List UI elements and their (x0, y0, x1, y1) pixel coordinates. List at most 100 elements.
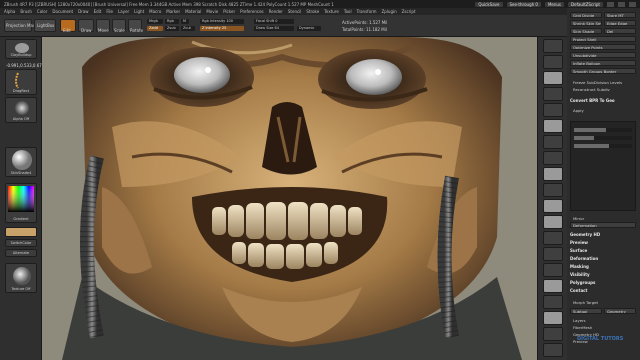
menu-stroke[interactable]: Stroke (306, 9, 319, 14)
menu-movie[interactable]: Movie (206, 9, 218, 14)
rgb-intensity-slider[interactable]: Rgb Intensity 100 (200, 19, 244, 24)
bpr-render-icon[interactable] (543, 39, 563, 53)
palette-btn-4[interactable]: Optimize Points (570, 44, 636, 50)
menu-stencil[interactable]: Stencil (288, 9, 302, 14)
menus-button[interactable]: Menus (544, 1, 565, 7)
transp-icon[interactable] (543, 295, 563, 309)
brush-thumbnail[interactable]: ClayBuildup (5, 39, 37, 59)
polyf-icon[interactable] (543, 279, 563, 293)
palette-btn-0[interactable]: Grid Divide (570, 12, 602, 18)
xpose-icon[interactable] (543, 343, 563, 357)
palette-btn-7[interactable]: Smooth Groups Border (570, 68, 636, 74)
menu-file[interactable]: File (106, 9, 113, 14)
menu-preferences[interactable]: Preferences (240, 9, 264, 14)
stroke-thumbnail[interactable]: DragRect (5, 69, 37, 95)
palette-section-1[interactable]: Preview (570, 240, 588, 245)
palette-row-5[interactable]: Deformation (570, 222, 636, 228)
palette-btn-store-mt[interactable]: Store MT (604, 12, 636, 18)
main-color-swatch[interactable] (5, 227, 37, 237)
dynamic-toggle[interactable]: Dynamic (297, 26, 321, 31)
menu-picker[interactable]: Picker (223, 9, 235, 14)
palette-row-4[interactable]: Mirror (573, 216, 584, 221)
menu-macro[interactable]: Macro (149, 9, 161, 14)
palette-btn-5[interactable]: Unsubdivide (570, 52, 636, 58)
lsym-icon[interactable] (543, 183, 563, 197)
color-picker[interactable]: Gradient (5, 183, 37, 223)
material-thumbnail[interactable]: SkinShade4 (5, 147, 37, 177)
menu-color[interactable]: Color (37, 9, 47, 14)
menu-brush[interactable]: Brush (20, 9, 32, 14)
aahalf-icon[interactable] (543, 119, 563, 133)
alpha-thumbnail[interactable]: Alpha Off (5, 97, 37, 123)
floor-icon[interactable] (543, 151, 563, 165)
palette-row-0[interactable]: Freeze SubDivision Levels (573, 80, 622, 85)
menu-tool[interactable]: Tool (344, 9, 352, 14)
palette-section-2[interactable]: Surface (570, 248, 587, 253)
edit-button[interactable]: Edit (60, 19, 76, 33)
zadd-button[interactable]: Zadd (147, 26, 163, 31)
move-icon[interactable] (543, 215, 563, 229)
projection-master-button[interactable]: Projection Master (4, 19, 41, 32)
switch-color-button[interactable]: SwitchColor (5, 239, 37, 247)
zcut-button[interactable]: Zcut (181, 26, 195, 31)
default-zscript-button[interactable]: DefaultZScript (568, 1, 603, 7)
see-through-slider[interactable]: See-through 0 (506, 1, 541, 7)
menu-transform[interactable]: Transform (357, 9, 377, 14)
palette-bottom-0[interactable]: Layers (573, 318, 586, 323)
alternate-button[interactable]: Alternate (5, 249, 37, 257)
palette-section-7[interactable]: Contact (570, 288, 587, 293)
palette-btn-1[interactable]: Shrink Skin Smooth (570, 20, 602, 26)
line-fill-icon[interactable] (543, 263, 563, 277)
palette-btn-2[interactable]: Skin Shade (570, 28, 602, 34)
draw-size-slider[interactable]: Draw Size 64 (254, 26, 294, 31)
rotate-button[interactable]: Rotate (128, 19, 143, 33)
ghost-icon[interactable] (543, 311, 563, 325)
palette-section-0[interactable]: Geometry HD (570, 232, 600, 237)
palette-row-3[interactable]: Apply (573, 108, 584, 113)
minimize-icon[interactable] (607, 1, 614, 7)
scroll-icon[interactable] (543, 71, 563, 85)
zoom-icon[interactable] (543, 87, 563, 101)
mrgb-button[interactable]: Mrgb (147, 19, 163, 24)
focal-shift-slider[interactable]: Focal Shift 0 (254, 19, 294, 24)
menu-edit[interactable]: Edit (94, 9, 102, 14)
menu-material[interactable]: Material (185, 9, 201, 14)
menu-document[interactable]: Document (52, 9, 73, 14)
deformation-slider-2[interactable] (574, 136, 632, 140)
local-icon[interactable] (543, 167, 563, 181)
zsub-button[interactable]: Zsub (165, 26, 179, 31)
draw-button[interactable]: Draw (78, 19, 94, 33)
spix-icon[interactable] (543, 55, 563, 69)
palette-btn-6[interactable]: Inflate Balloon (570, 60, 636, 66)
menu-alpha[interactable]: Alpha (4, 9, 15, 14)
solo-icon[interactable] (543, 327, 563, 341)
deformation-slider-1[interactable] (574, 128, 632, 132)
menu-layer[interactable]: Layer (118, 9, 129, 14)
m-button[interactable]: M (181, 19, 189, 24)
maximize-icon[interactable] (618, 1, 625, 7)
palette-section-3[interactable]: Deformation (570, 256, 598, 261)
menu-render[interactable]: Render (269, 9, 283, 14)
close-icon[interactable] (629, 1, 636, 7)
scale-icon[interactable] (543, 231, 563, 245)
menu-texture[interactable]: Texture (324, 9, 339, 14)
quicksave-button[interactable]: QuickSave (475, 1, 503, 7)
menu-light[interactable]: Light (134, 9, 144, 14)
palette-section-6[interactable]: Polygroups (570, 280, 595, 285)
lightbox-button[interactable]: LightBox (34, 19, 56, 32)
palette-btn-del[interactable]: Del (604, 28, 636, 34)
palette-bottom-1[interactable]: FiberMesh (573, 325, 592, 330)
menu-zscript[interactable]: Zscript (402, 9, 416, 14)
palette-btn-edge[interactable]: Edge Edge (604, 20, 636, 26)
canvas-viewport[interactable] (42, 37, 537, 360)
rotate-icon[interactable] (543, 247, 563, 261)
palette-subtool-1[interactable]: Geometry (604, 308, 636, 314)
rgb-button[interactable]: Rgb (165, 19, 179, 24)
morph-target-row[interactable]: Morph Target (573, 300, 598, 305)
deformation-slider-3[interactable] (574, 144, 632, 148)
z-intensity-slider[interactable]: Z Intensity 25 (200, 26, 244, 31)
menu-draw[interactable]: Draw (78, 9, 88, 14)
palette-subtool-0[interactable]: Subtool (570, 308, 602, 314)
palette-btn-3[interactable]: Project Shell (570, 36, 636, 42)
palette-section-5[interactable]: Visibility (570, 272, 590, 277)
